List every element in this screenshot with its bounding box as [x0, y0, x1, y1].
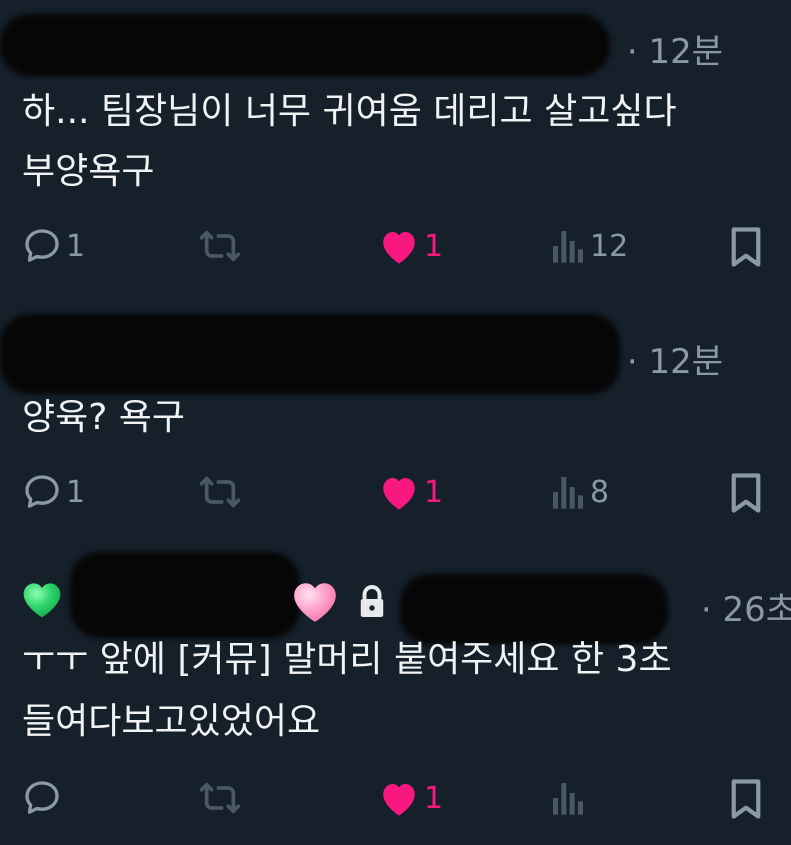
views-count: 12 [590, 228, 629, 264]
tweet-actions: 1 [0, 778, 791, 828]
pink-heart-icon [290, 578, 340, 628]
like-icon [378, 778, 420, 818]
bookmark-icon [728, 778, 764, 820]
redacted-author [0, 314, 620, 394]
tweet-2[interactable]: · 12분 양육? 욕구 1 1 8 [0, 300, 791, 540]
like-icon [378, 472, 420, 512]
views-button[interactable]: 12 [550, 226, 628, 266]
reply-button[interactable]: 1 [22, 472, 85, 512]
retweet-button[interactable] [196, 226, 244, 266]
views-button[interactable] [550, 778, 590, 818]
views-count: 8 [590, 474, 610, 510]
bookmark-icon [728, 226, 764, 268]
tweet-text-line-1: ㅜㅜ 앞에 [커뮤] 말머리 붙여주세요 한 3초 [22, 639, 672, 680]
tweet-text-line-1: 양육? 욕구 [22, 397, 186, 438]
reply-button[interactable] [22, 778, 66, 818]
like-count: 1 [424, 228, 444, 264]
retweet-button[interactable] [196, 778, 244, 818]
retweet-icon [196, 226, 244, 266]
views-button[interactable]: 8 [550, 472, 609, 512]
retweet-button[interactable] [196, 472, 244, 512]
green-heart-icon [20, 578, 64, 624]
like-button[interactable]: 1 [378, 226, 443, 266]
tweet-time: · 12분 [626, 342, 723, 382]
like-button[interactable]: 1 [378, 472, 443, 512]
tweet-text-line-1: 하... 팀장님이 너무 귀여움 데리고 살고싶다 [22, 91, 677, 132]
redacted-author [70, 552, 300, 638]
reply-icon [22, 226, 62, 266]
reply-count: 1 [66, 228, 86, 264]
tweet-actions: 1 1 8 [0, 472, 791, 522]
tweet-time: · 26초 [700, 590, 791, 630]
like-button[interactable]: 1 [378, 778, 443, 818]
lock-icon [356, 584, 388, 624]
bookmark-icon [728, 472, 764, 514]
reply-count: 1 [66, 474, 86, 510]
bookmark-button[interactable] [728, 778, 764, 820]
retweet-icon [196, 778, 244, 818]
tweet-text-line-2: 부양욕구 [22, 151, 155, 192]
redacted-author [0, 14, 610, 76]
bookmark-button[interactable] [728, 226, 764, 268]
tweet-actions: 1 1 12 [0, 226, 791, 276]
like-count: 1 [424, 780, 444, 816]
like-count: 1 [424, 474, 444, 510]
tweet-1[interactable]: · 12분 하... 팀장님이 너무 귀여움 데리고 살고싶다 부양욕구 1 1… [0, 0, 791, 290]
like-icon [378, 226, 420, 266]
tweet-text-line-2: 들여다보고있었어요 [22, 701, 321, 742]
views-icon [550, 778, 586, 818]
tweet-time: · 12분 [626, 32, 723, 72]
retweet-icon [196, 472, 244, 512]
bookmark-button[interactable] [728, 472, 764, 514]
reply-icon [22, 472, 62, 512]
reply-button[interactable]: 1 [22, 226, 85, 266]
tweet-3[interactable]: · 26초 ㅜㅜ 앞에 [커뮤] 말머리 붙여주세요 한 3초 들여다보고있었어… [0, 552, 791, 845]
views-icon [550, 472, 586, 512]
views-icon [550, 226, 586, 266]
reply-icon [22, 778, 62, 818]
